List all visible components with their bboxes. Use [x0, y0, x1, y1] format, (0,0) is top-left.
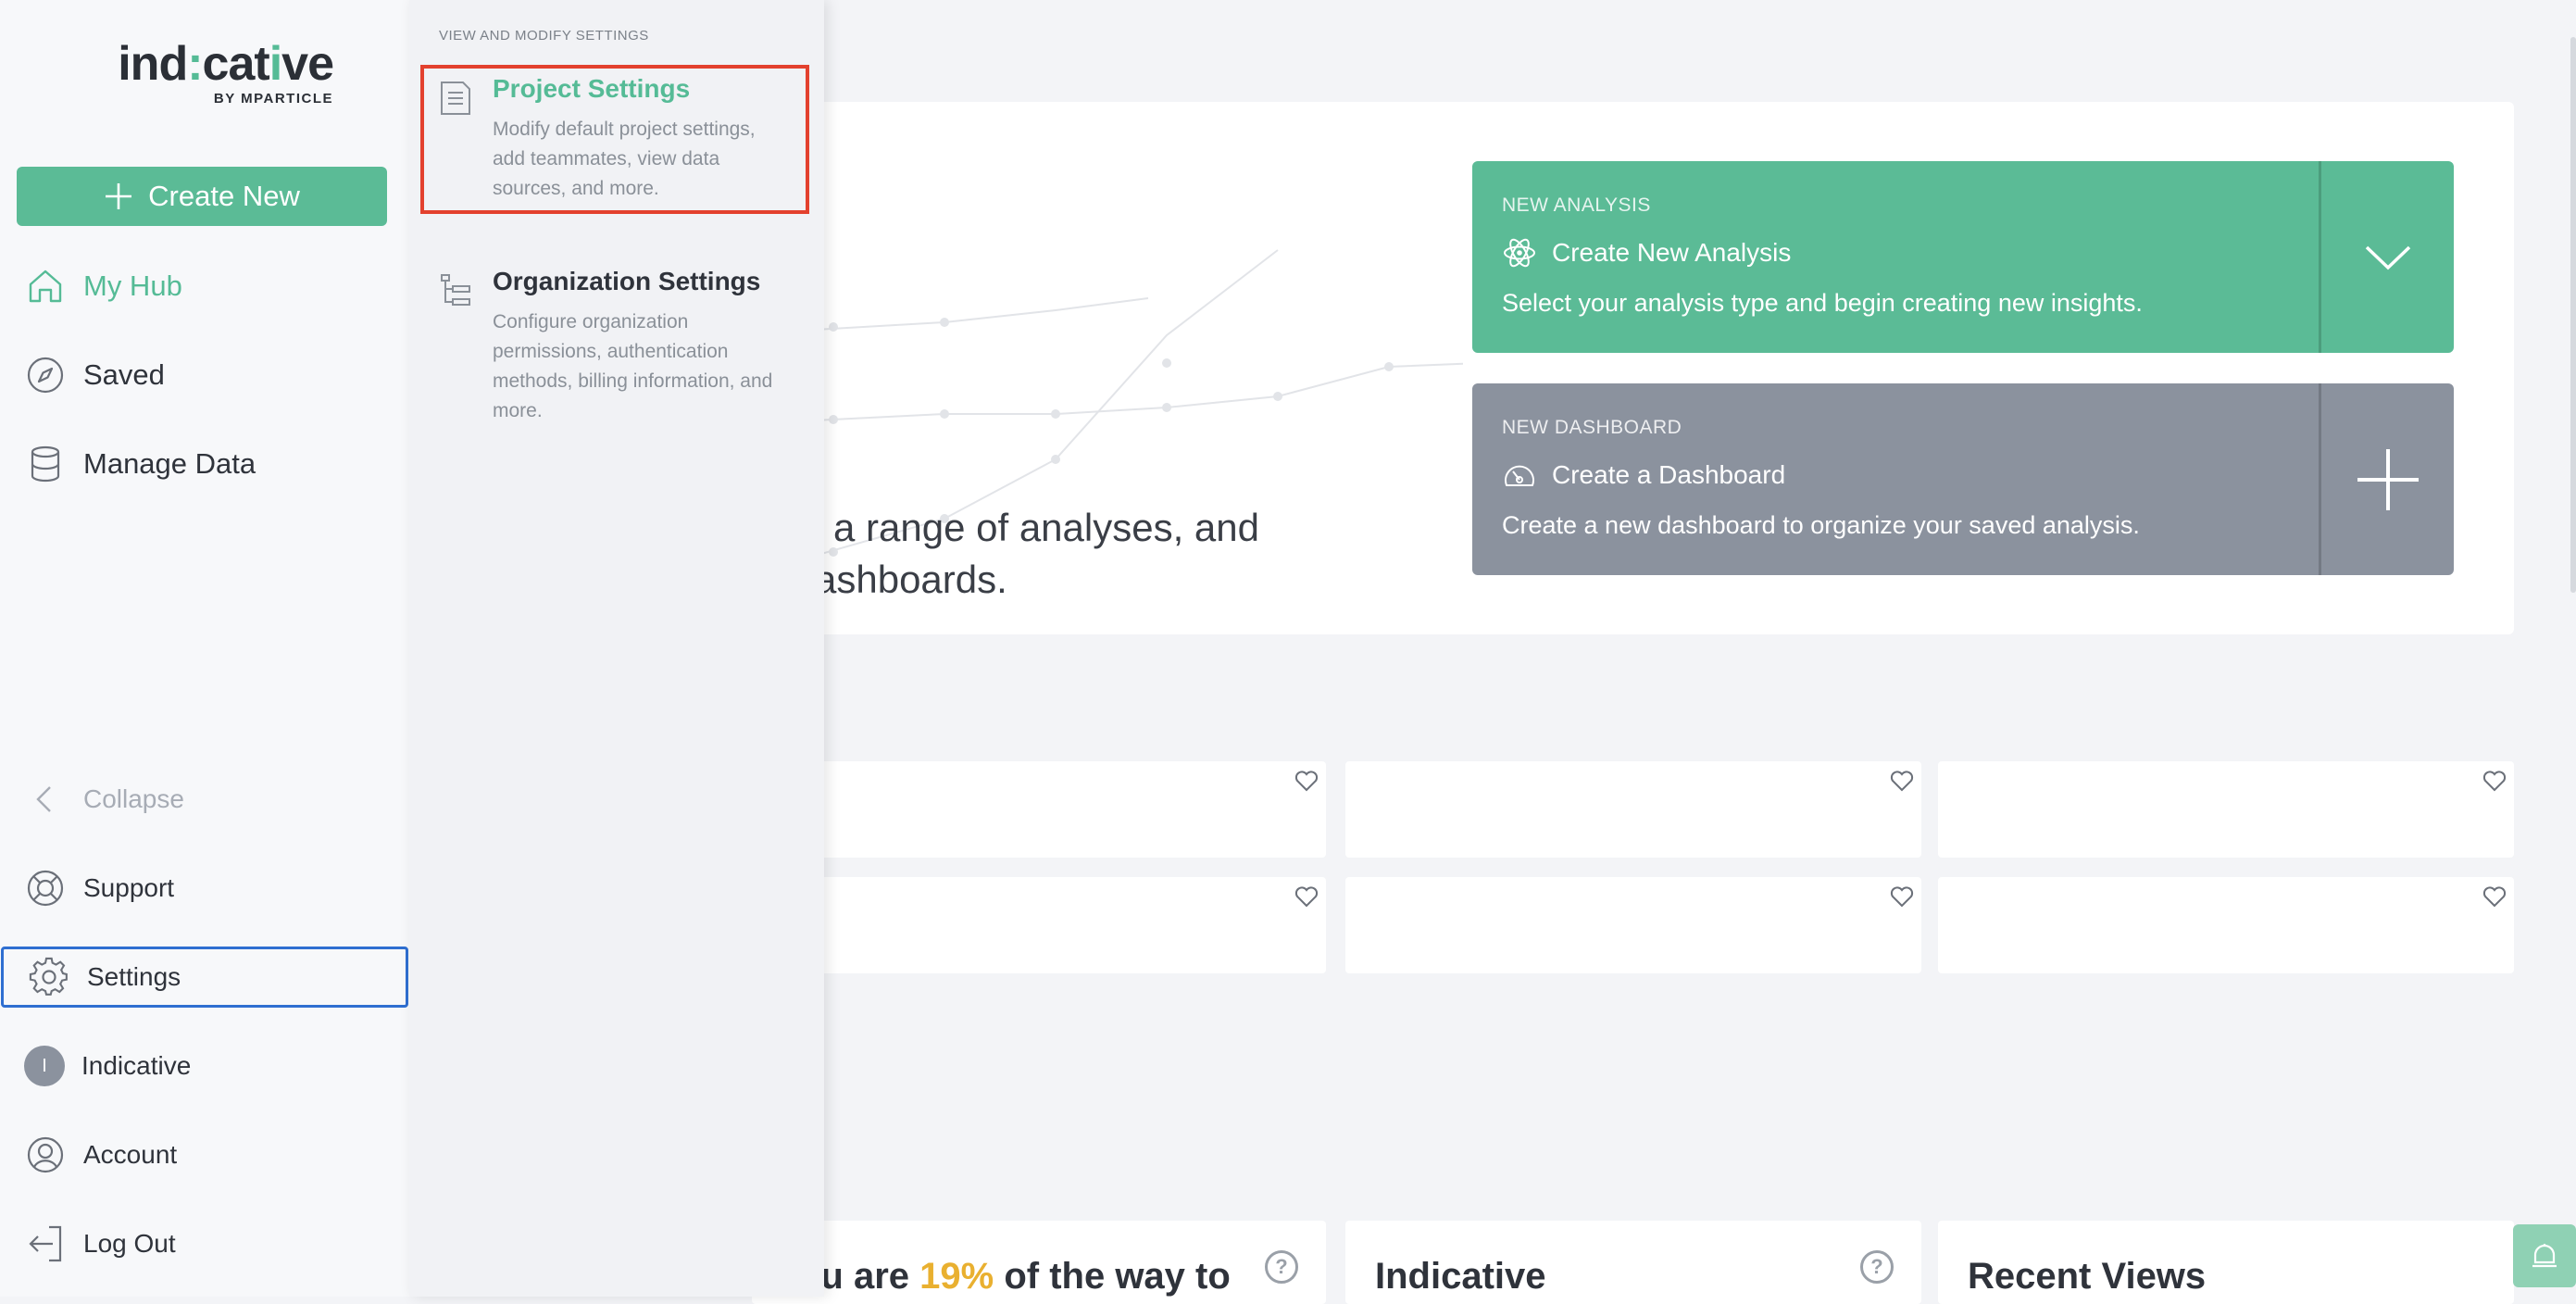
new-analysis-card[interactable]: NEW ANALYSIS Create New Analysis Select …: [1472, 161, 2454, 353]
lifebuoy-icon: [24, 867, 67, 909]
progress-card: ou are 19% of the way to ?: [752, 1221, 1326, 1304]
hero-panel: a range of analyses, and ashboards. NEW …: [815, 102, 2514, 634]
indicative-card-title: Indicative: [1375, 1256, 1546, 1297]
new-dashboard-card[interactable]: NEW DASHBOARD Create a Dashboard Create …: [1472, 383, 2454, 575]
add-dashboard-button[interactable]: [2319, 383, 2454, 575]
new-dashboard-title: Create a Dashboard: [1552, 460, 1786, 489]
sidebar-item-logout[interactable]: Log Out: [0, 1213, 409, 1274]
new-analysis-label: NEW ANALYSIS: [1502, 194, 1651, 216]
sidebar-item-label: Support: [83, 873, 175, 902]
flyout-heading: VIEW AND MODIFY SETTINGS: [439, 28, 649, 44]
analysis-dropdown-toggle[interactable]: [2319, 161, 2454, 353]
atom-icon: [1504, 238, 1535, 268]
sidebar-item-label: Saved: [83, 358, 165, 391]
sidebar-item-label: Indicative: [81, 1051, 192, 1080]
scrollbar[interactable]: [2570, 37, 2576, 593]
sidebar-item-manage-data[interactable]: Manage Data: [0, 433, 409, 495]
favorite-card[interactable]: [1938, 761, 2514, 858]
project-settings-item[interactable]: Project Settings Modify default project …: [439, 74, 800, 204]
sidebar: ind:cative BY MPARTICLE Create New My Hu…: [0, 0, 409, 1297]
indicative-card: Indicative ?: [1345, 1221, 1921, 1304]
database-icon: [24, 443, 67, 485]
help-icon[interactable]: ?: [1860, 1250, 1894, 1284]
gauge-icon: [1505, 465, 1534, 486]
progress-percent: 19%: [919, 1256, 994, 1297]
chevron-down-icon: [2365, 245, 2410, 270]
heart-icon[interactable]: [1888, 767, 1916, 795]
sidebar-item-project-indicative[interactable]: I Indicative: [0, 1035, 409, 1097]
progress-text-post: of the way to: [994, 1256, 1231, 1297]
sidebar-item-label: Log Out: [83, 1229, 176, 1258]
recent-views-card: Recent Views: [1938, 1221, 2514, 1304]
favorite-card[interactable]: [752, 761, 1326, 858]
plus-icon: [2357, 448, 2419, 510]
new-analysis-desc: Select your analysis type and begin crea…: [1502, 289, 2143, 317]
organization-settings-desc: Configure organization permissions, auth…: [493, 311, 773, 421]
new-dashboard-desc: Create a new dashboard to organize your …: [1502, 511, 2140, 539]
favorite-card[interactable]: [1345, 877, 1921, 973]
organization-settings-item[interactable]: Organization Settings Configure organiza…: [439, 267, 800, 433]
organization-settings-title: Organization Settings: [493, 267, 761, 295]
indicative-logo: ind:cative BY MPARTICLE: [83, 39, 334, 107]
heart-icon[interactable]: [1293, 883, 1320, 910]
chat-button[interactable]: [2513, 1224, 2576, 1287]
project-settings-title: Project Settings: [493, 74, 691, 103]
sidebar-item-my-hub[interactable]: My Hub: [0, 256, 409, 317]
new-dashboard-label: NEW DASHBOARD: [1502, 417, 1682, 438]
plus-icon: [106, 183, 132, 209]
user-icon: [24, 1134, 67, 1176]
chevron-left-icon: [24, 778, 67, 821]
home-icon: [24, 265, 67, 307]
heart-icon[interactable]: [2481, 767, 2508, 795]
sidebar-item-label: Manage Data: [83, 447, 256, 480]
heart-icon[interactable]: [1293, 767, 1320, 795]
collapse-label: Collapse: [83, 784, 184, 813]
avatar: I: [24, 1046, 65, 1086]
bell-icon: [2532, 1244, 2557, 1268]
sidebar-item-label: Account: [83, 1140, 178, 1169]
create-new-button[interactable]: Create New: [17, 167, 387, 226]
heart-icon[interactable]: [1888, 883, 1916, 910]
sidebar-item-settings[interactable]: Settings: [1, 947, 408, 1008]
logout-icon: [24, 1222, 67, 1265]
logo-subtitle: BY MPARTICLE: [213, 91, 333, 107]
sidebar-item-support[interactable]: Support: [0, 858, 409, 919]
sidebar-item-label: Settings: [87, 962, 181, 991]
collapse-button[interactable]: Collapse: [0, 769, 409, 830]
heart-icon[interactable]: [2481, 883, 2508, 910]
new-analysis-title: Create New Analysis: [1552, 238, 1792, 267]
sidebar-item-label: My Hub: [83, 270, 182, 302]
sidebar-item-account[interactable]: Account: [0, 1124, 409, 1185]
org-tree-icon: [439, 272, 472, 309]
sidebar-item-saved[interactable]: Saved: [0, 345, 409, 406]
favorite-card[interactable]: [1345, 761, 1921, 858]
document-icon: [439, 80, 472, 117]
favorite-card[interactable]: [1938, 877, 2514, 973]
help-icon[interactable]: ?: [1265, 1250, 1298, 1284]
gear-icon: [28, 956, 70, 998]
recent-views-title: Recent Views: [1968, 1256, 2207, 1297]
compass-icon: [24, 354, 67, 396]
settings-flyout: VIEW AND MODIFY SETTINGS Project Setting…: [409, 0, 824, 1297]
create-new-label: Create New: [148, 180, 300, 212]
project-settings-desc: Modify default project settings, add tea…: [493, 119, 756, 199]
favorite-card[interactable]: [752, 877, 1326, 973]
